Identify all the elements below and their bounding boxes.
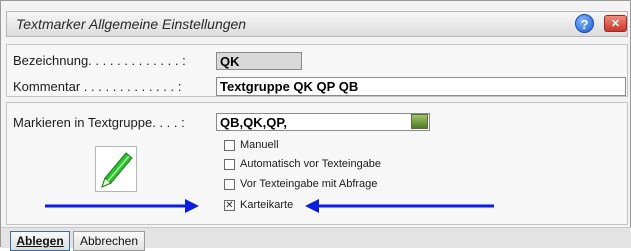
kommentar-field[interactable]: Textgruppe QK QP QB [216,77,626,96]
button-bar: Ablegen Abbrechen [1,227,631,251]
close-icon: ✕ [610,18,621,30]
checkbox[interactable] [224,159,235,170]
help-icon: ? [580,17,589,32]
markieren-label: Markieren in Textgruppe. . . . : [13,115,185,130]
pencil-icon-graphic [101,152,133,188]
abbrechen-button[interactable]: Abbrechen [73,231,145,251]
settings-dialog: Textmarker Allgemeine Einstellungen ? ✕ … [0,0,631,251]
option-label: Automatisch vor Texteingabe [240,158,382,170]
pencil-icon [95,146,137,192]
close-button[interactable]: ✕ [604,15,627,32]
bezeichnung-label: Bezeichnung. . . . . . . . . . . . . : [13,53,186,68]
ablegen-button[interactable]: Ablegen [10,231,70,251]
option-label: Karteikarte [240,199,294,211]
kommentar-label: Kommentar . . . . . . . . . . . . . : [13,79,182,94]
option-label: Vor Texteingabe mit Abfrage [240,178,378,190]
textgroup-picker-button[interactable] [411,114,428,129]
help-button[interactable]: ? [575,14,594,33]
bezeichnung-field[interactable]: QK [216,52,302,70]
title-bar: Textmarker Allgemeine Einstellungen ? ✕ [6,11,628,37]
window-title: Textmarker Allgemeine Einstellungen [16,16,247,32]
markieren-field[interactable]: QB,QK,QP, [216,113,430,131]
checkbox[interactable] [224,179,235,190]
option-label: Manuell [240,139,279,151]
checkbox[interactable] [224,140,235,151]
checkbox[interactable]: ✕ [224,200,235,211]
